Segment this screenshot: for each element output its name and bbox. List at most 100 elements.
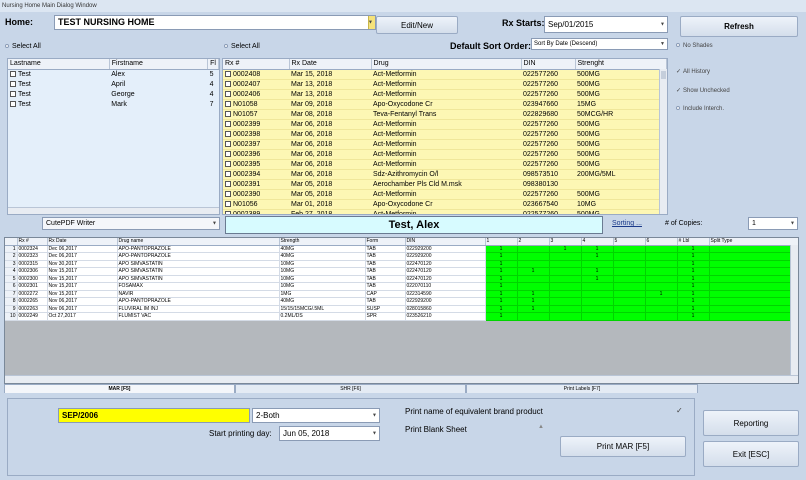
include-interch-option[interactable]: Include Interch. — [676, 106, 724, 112]
grid-row[interactable]: 8 0002265 Nov 06,2017 APO-PANTOPRAZOLE 40MG T… — [5, 297, 798, 306]
all-history-option[interactable]: ✓ All History — [676, 68, 710, 75]
grid-col-form[interactable]: Form — [365, 238, 406, 246]
grid-count-cell[interactable] — [613, 297, 646, 306]
select-all-rx-radio-icon[interactable] — [224, 44, 228, 49]
rx-checkbox[interactable] — [225, 110, 231, 117]
exit-button[interactable]: Exit [ESC] — [703, 441, 799, 467]
grid-count-cell[interactable]: 1 — [517, 267, 550, 276]
grid-count-cell[interactable] — [613, 282, 646, 291]
col-fl[interactable]: Fl — [207, 59, 219, 70]
grid-count-cell[interactable] — [645, 305, 678, 313]
rx-row[interactable]: 0002389 Feb 27, 2018 Act-Metformin 02257726… — [223, 209, 667, 214]
grid-count-cell[interactable]: 1 — [485, 282, 518, 291]
patient-row[interactable]: Test George 4 — [8, 89, 219, 99]
rx-checkbox[interactable] — [225, 120, 231, 127]
grid-count-cell[interactable]: 1 — [677, 267, 710, 276]
no-shades-radio-icon[interactable] — [676, 43, 680, 48]
show-unchecked-option[interactable]: ✓ Show Unchecked — [676, 87, 730, 94]
col-din[interactable]: DIN — [521, 59, 576, 70]
rx-checkbox[interactable] — [225, 210, 231, 214]
grid-count-cell[interactable]: 1 — [581, 252, 614, 261]
copies-select[interactable]: 1 ▼ — [748, 217, 798, 230]
rx-checkbox[interactable] — [225, 140, 231, 147]
refresh-button[interactable]: Refresh — [680, 16, 798, 37]
rx-row[interactable]: 0002391 Mar 05, 2018 Aerochamber Pls Cld M… — [223, 179, 667, 190]
include-interch-radio-icon[interactable] — [676, 106, 680, 111]
grid-count-cell[interactable] — [517, 275, 550, 283]
grid-count-cell[interactable]: 1 — [485, 267, 518, 276]
rx-row[interactable]: 0002394 Mar 06, 2018 Sdz-Azithromycin O/l 0… — [223, 169, 667, 180]
rx-row[interactable]: 0002396 Mar 06, 2018 Act-Metformin 02257726… — [223, 149, 667, 160]
grid-count-cell[interactable]: 1 — [485, 275, 518, 283]
grid-row[interactable]: 5 0002300 Nov 15,2017 APO SIMVASTATIN 10MG TA… — [5, 275, 798, 283]
rx-row[interactable]: 0002390 Mar 05, 2018 Act-Metformin 02257726… — [223, 189, 667, 200]
grid-row[interactable]: 9 0002263 Nov 06,2017 FLUVIRAL IM INJ 15/15/… — [5, 305, 798, 313]
grid-count-cell[interactable]: 1 — [677, 282, 710, 291]
printer-select[interactable]: CutePDF Writer ▼ — [42, 217, 220, 230]
grid-split-type[interactable]: ▼ — [709, 312, 798, 321]
rx-row[interactable]: 0002406 Mar 13, 2018 Act-Metformin 02257726… — [223, 89, 667, 100]
grid-count-cell[interactable] — [645, 275, 678, 283]
grid-col-4[interactable]: 4 — [581, 238, 614, 246]
grid-split-type[interactable]: ▼ — [709, 275, 798, 283]
grid-count-cell[interactable] — [581, 290, 614, 298]
grid-count-cell[interactable]: 1 — [485, 312, 518, 321]
rx-checkbox[interactable] — [225, 100, 231, 107]
grid-count-cell[interactable]: 1 — [485, 252, 518, 261]
grid-count-cell[interactable] — [517, 252, 550, 261]
sorting-link[interactable]: Sorting ... — [612, 220, 642, 227]
grid-count-cell[interactable]: 1 — [517, 305, 550, 313]
start-printing-date-picker[interactable]: Jun 05, 2018 ▼ — [279, 426, 380, 441]
grid-count-cell[interactable] — [549, 267, 582, 276]
grid-count-cell[interactable] — [581, 297, 614, 306]
grid-col-split-type[interactable]: Split Type — [709, 238, 798, 246]
grid-count-cell[interactable]: 1 — [485, 290, 518, 298]
col-lastname[interactable]: Lastname — [8, 59, 110, 70]
rx-vertical-scrollbar[interactable] — [659, 69, 667, 214]
grid-split-type[interactable]: ▼ — [709, 305, 798, 313]
grid-row[interactable]: 3 0002315 Nov 30,2017 APO SIMVASTATIN 10MG TA… — [5, 260, 798, 268]
grid-row[interactable]: 2 0002323 Dec 06,2017 APO-PANTOPRAZOLE 40MG T… — [5, 252, 798, 261]
home-dropdown-arrow-icon[interactable]: ▼ — [368, 16, 375, 29]
grid-count-cell[interactable] — [549, 312, 582, 321]
grid-split-type[interactable]: ▼ — [709, 260, 798, 268]
grid-count-cell[interactable] — [549, 282, 582, 291]
grid-count-cell[interactable] — [613, 252, 646, 261]
grid-count-cell[interactable]: 1 — [677, 312, 710, 321]
grid-count-cell[interactable] — [645, 297, 678, 306]
rx-row[interactable]: 0002408 Mar 15, 2018 Act-Metformin 02257726… — [223, 69, 667, 80]
grid-count-cell[interactable] — [549, 297, 582, 306]
patient-checkbox[interactable] — [10, 70, 16, 77]
rx-checkbox[interactable] — [225, 70, 231, 77]
grid-split-type[interactable]: ▼ — [709, 267, 798, 276]
patient-row[interactable]: Test Mark 7 — [8, 99, 219, 109]
rx-checkbox[interactable] — [225, 180, 231, 187]
grid-count-cell[interactable]: 1 — [581, 245, 614, 253]
grid-col-lbl[interactable]: # Lbl — [677, 238, 710, 246]
grid-vertical-scrollbar[interactable] — [790, 245, 798, 375]
col-strength[interactable]: Strenght — [575, 59, 667, 70]
grid-count-cell[interactable]: 1 — [517, 290, 550, 298]
patient-row[interactable]: Test Alex 5 — [8, 69, 219, 79]
rx-row[interactable]: 0002398 Mar 06, 2018 Act-Metformin 02257726… — [223, 129, 667, 140]
grid-col-5[interactable]: 5 — [613, 238, 646, 246]
grid-count-cell[interactable]: 1 — [485, 297, 518, 306]
tab-print-labels[interactable]: Print Labels [F7] — [466, 384, 698, 393]
grid-col-drug[interactable]: Drug name — [117, 238, 280, 246]
print-mar-button[interactable]: Print MAR [F5] — [560, 436, 686, 457]
grid-col-6[interactable]: 6 — [645, 238, 678, 246]
tab-shr[interactable]: SHR [F6] — [235, 384, 466, 393]
col-firstname[interactable]: Firstname — [109, 59, 209, 70]
grid-count-cell[interactable] — [517, 312, 550, 321]
grid-col-strength[interactable]: Strength — [279, 238, 366, 246]
rx-row[interactable]: 0002407 Mar 13, 2018 Act-Metformin 02257726… — [223, 79, 667, 90]
rx-row[interactable]: N01057 Mar 08, 2018 Teva-Fentanyl Trans 022… — [223, 109, 667, 120]
grid-count-cell[interactable] — [549, 275, 582, 283]
grid-col-3[interactable]: 3 — [549, 238, 582, 246]
select-all-patients[interactable]: Select All — [5, 43, 41, 50]
grid-split-type[interactable]: ▼ — [709, 282, 798, 291]
grid-row[interactable]: 4 0002306 Nov 15,2017 APO SIMVASTATIN 10MG TA… — [5, 267, 798, 276]
grid-count-cell[interactable] — [517, 260, 550, 268]
grid-count-cell[interactable]: 1 — [485, 305, 518, 313]
grid-count-cell[interactable]: 1 — [677, 252, 710, 261]
